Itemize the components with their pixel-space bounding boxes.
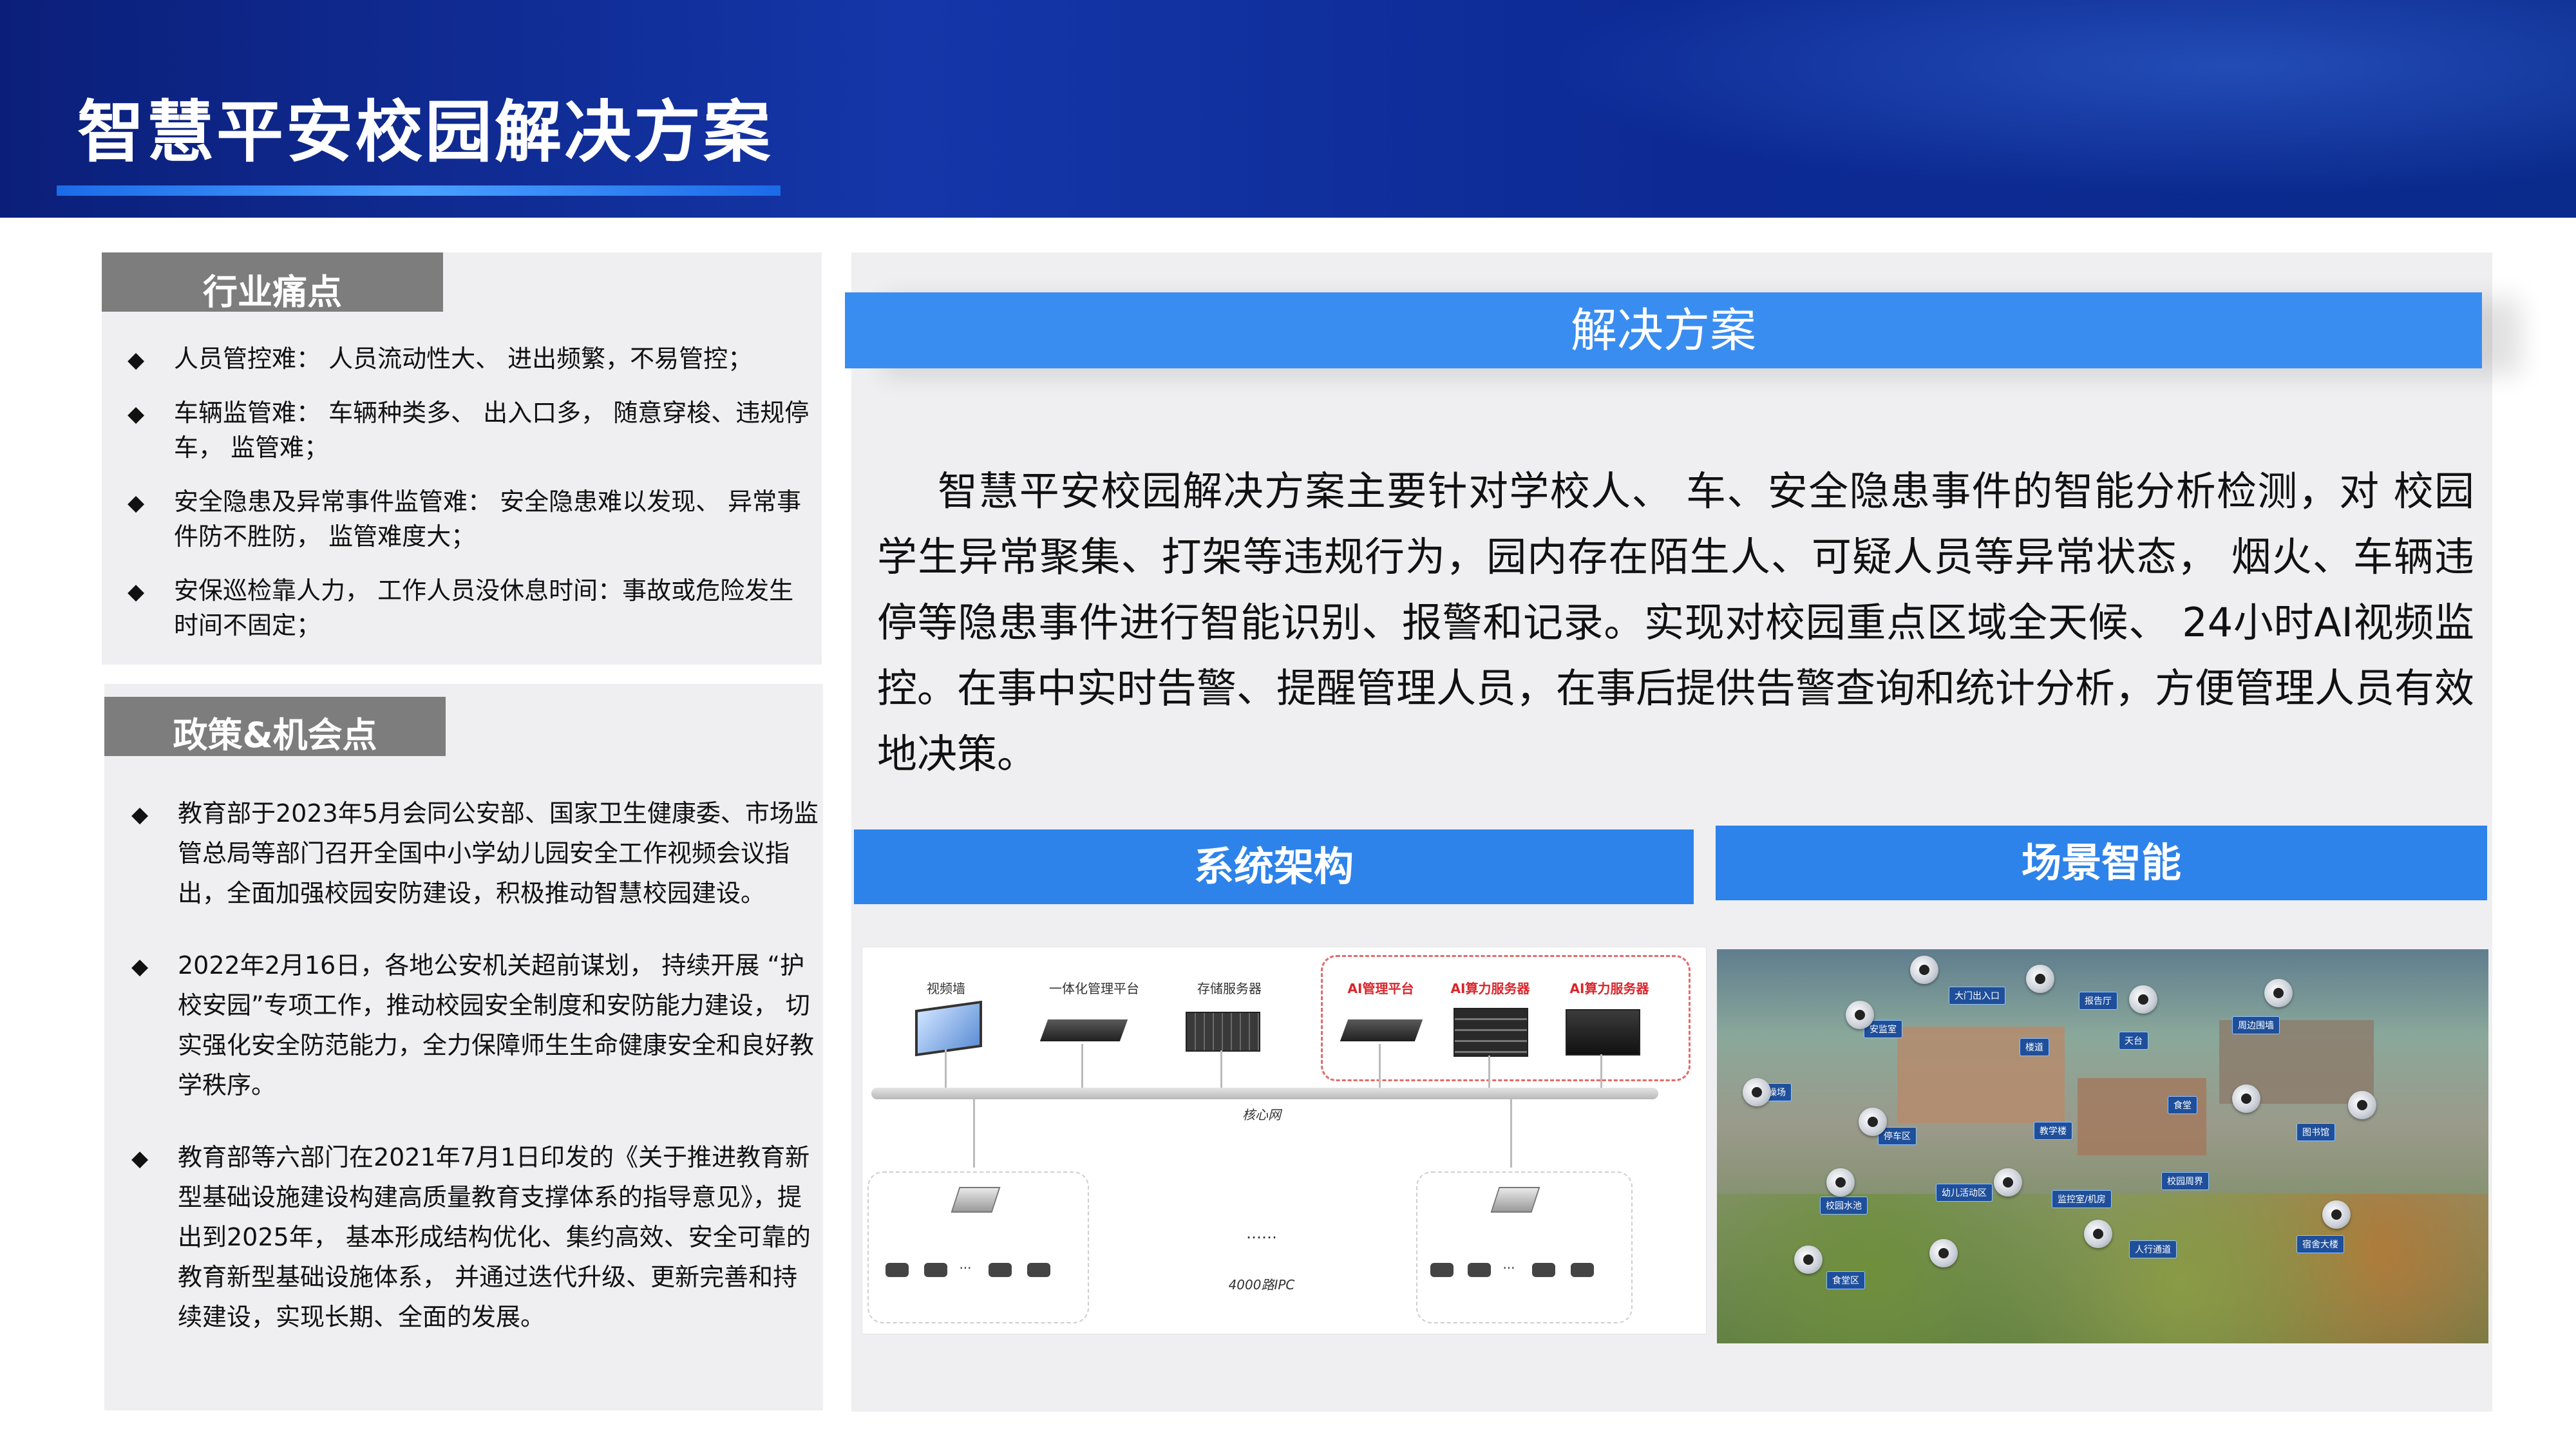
camera-icon [2129, 985, 2157, 1014]
scene-tag: 楼道 [2020, 1038, 2049, 1056]
policy-list: ◆ 教育部于2023年5月会同公安部、国家卫生健康委、市场监管总局等部门召开全国中… [126, 793, 822, 1369]
scene-tag: 食堂区 [1826, 1271, 1865, 1289]
camera-icon [1994, 1168, 2022, 1197]
ipc-camera-icon [1430, 1263, 1454, 1277]
ai-server-icon [1566, 1009, 1640, 1056]
diamond-bullet-icon: ◆ [131, 954, 149, 980]
link-line [1081, 1044, 1083, 1089]
camera-icon [2348, 1091, 2376, 1119]
scene-tag: 大门出入口 [1949, 987, 2005, 1005]
link-line [1600, 1054, 1602, 1089]
link-line [945, 1049, 947, 1089]
list-item: ◆ 教育部于2023年5月会同公安部、国家卫生健康委、市场监管总局等部门召开全国中… [126, 793, 822, 913]
architecture-title: 系统架构 [854, 829, 1694, 904]
campus-scene-image: 大门出入口 报告厅 安监室 楼道 天台 周边围墙 操场 停车区 教学楼 图书馆 … [1717, 949, 2488, 1343]
scene-tag: 幼儿活动区 [1936, 1184, 1993, 1202]
link-line [1510, 1099, 1512, 1168]
scene-tag: 校园水池 [1820, 1197, 1868, 1215]
camera-icon [1826, 1168, 1855, 1197]
ipc-camera-icon [886, 1263, 909, 1277]
camera-icon [1846, 1001, 1874, 1029]
ipc-camera-icon [1532, 1263, 1555, 1277]
scene-title: 场景智能 [1716, 826, 2487, 900]
pain-list: ◆ 人员管控难： 人员流动性大、 进出频繁，不易管控； ◆ 车辆监管难： 车辆种类多… [122, 341, 818, 662]
camera-icon [2322, 1200, 2351, 1229]
scene-tag: 图书馆 [2297, 1123, 2335, 1141]
scene-tag: 监控室/机房 [2052, 1190, 2112, 1208]
scene-tag: 周边围墙 [2232, 1016, 2280, 1034]
scene-tag: 校园周界 [2161, 1172, 2209, 1190]
scene-tag: 天台 [2119, 1032, 2148, 1050]
list-item: ◆ 安全隐患及异常事件监管难： 安全隐患难以发现、 异常事件防不胜防， 监管难度大… [122, 484, 818, 554]
ellipsis-label: …… [1246, 1224, 1277, 1242]
camera-icon [1910, 956, 1938, 984]
camera-icon [1929, 1239, 1958, 1267]
camera-icon [2084, 1220, 2112, 1248]
switch-icon [1490, 1187, 1540, 1213]
ai-server-label: AI算力服务器 [1450, 981, 1530, 996]
title-underline [57, 185, 781, 196]
platform-label: 一体化管理平台 [1049, 981, 1139, 996]
link-line [1379, 1044, 1381, 1089]
page-title: 智慧平安校园解决方案 [77, 93, 773, 171]
diamond-bullet-icon: ◆ [131, 802, 149, 828]
storage-label: 存储服务器 [1197, 981, 1262, 996]
scene-tag: 人行通道 [2129, 1240, 2177, 1258]
core-network-bus [871, 1088, 1658, 1099]
camera-icon [2264, 979, 2293, 1007]
ai-server-icon [1454, 1008, 1528, 1057]
diamond-bullet-icon: ◆ [128, 401, 145, 427]
switch-icon [951, 1187, 1001, 1213]
ipc-camera-icon [924, 1263, 947, 1277]
scene-tag: 食堂 [2168, 1096, 2197, 1114]
video-wall-icon [915, 1000, 982, 1057]
camera-icon [1743, 1078, 1771, 1106]
ipc-camera-icon [989, 1263, 1012, 1277]
ellipsis-label: ... [1502, 1256, 1515, 1272]
ipc-camera-icon [1027, 1263, 1050, 1277]
video-wall-label: 视频墙 [927, 981, 965, 996]
link-line [1220, 1050, 1222, 1089]
camera-icon [1794, 1245, 1823, 1274]
tree-area [1717, 1194, 2488, 1343]
ellipsis-label: ... [959, 1256, 972, 1272]
camera-icon [2026, 965, 2054, 993]
link-line [1488, 1056, 1490, 1089]
storage-server-icon [1186, 1012, 1260, 1052]
list-item: ◆ 2022年2月16日，各地公安机关超前谋划， 持续开展 “护校安园”专项工作，… [126, 945, 822, 1105]
building-shape [2078, 1078, 2206, 1155]
scene-tag: 报告厅 [2079, 992, 2117, 1010]
policy-tab: 政策&机会点 [104, 697, 446, 756]
camera-icon [1859, 1108, 1887, 1136]
camera-icon [2232, 1084, 2260, 1113]
list-item: ◆ 人员管控难： 人员流动性大、 进出频繁，不易管控； [122, 341, 818, 376]
solution-title: 解决方案 [1570, 303, 1756, 357]
link-line [973, 1099, 975, 1168]
list-item: ◆ 教育部等六部门在2021年7月1日印发的《关于推进教育新型基础设施建设构建高质… [126, 1137, 822, 1337]
diamond-bullet-icon: ◆ [128, 490, 145, 516]
scene-tag: 教学楼 [2034, 1122, 2072, 1140]
ai-server-label: AI算力服务器 [1569, 981, 1649, 996]
list-item: ◆ 安保巡检靠人力， 工作人员没休息时间：事故或危险发生时间不固定； [122, 573, 818, 643]
pain-tab: 行业痛点 [102, 252, 443, 312]
solution-text: 智慧平安校园解决方案主要针对学校人、 车、安全隐患事件的智能分析检测，对 校园学… [877, 468, 2475, 777]
ipc-count-label: 4000路IPC [1228, 1277, 1295, 1293]
core-network-label: 核心网 [1242, 1107, 1281, 1122]
diamond-bullet-icon: ◆ [131, 1146, 149, 1171]
scene-tag: 宿舍大楼 [2297, 1235, 2344, 1253]
ipc-camera-icon [1468, 1263, 1491, 1277]
server-icon [1340, 1019, 1423, 1041]
diamond-bullet-icon: ◆ [128, 347, 145, 373]
architecture-diagram: 视频墙 一体化管理平台 存储服务器 AI管理平台 AI算力服务器 AI算力服务器… [862, 947, 1707, 1334]
ipc-camera-icon [1571, 1263, 1594, 1277]
list-item: ◆ 车辆监管难： 车辆种类多、 出入口多， 随意穿梭、违规停车， 监管难； [122, 395, 818, 465]
server-icon [1039, 1019, 1128, 1041]
diamond-bullet-icon: ◆ [128, 579, 145, 605]
ai-platform-label: AI管理平台 [1347, 981, 1414, 996]
